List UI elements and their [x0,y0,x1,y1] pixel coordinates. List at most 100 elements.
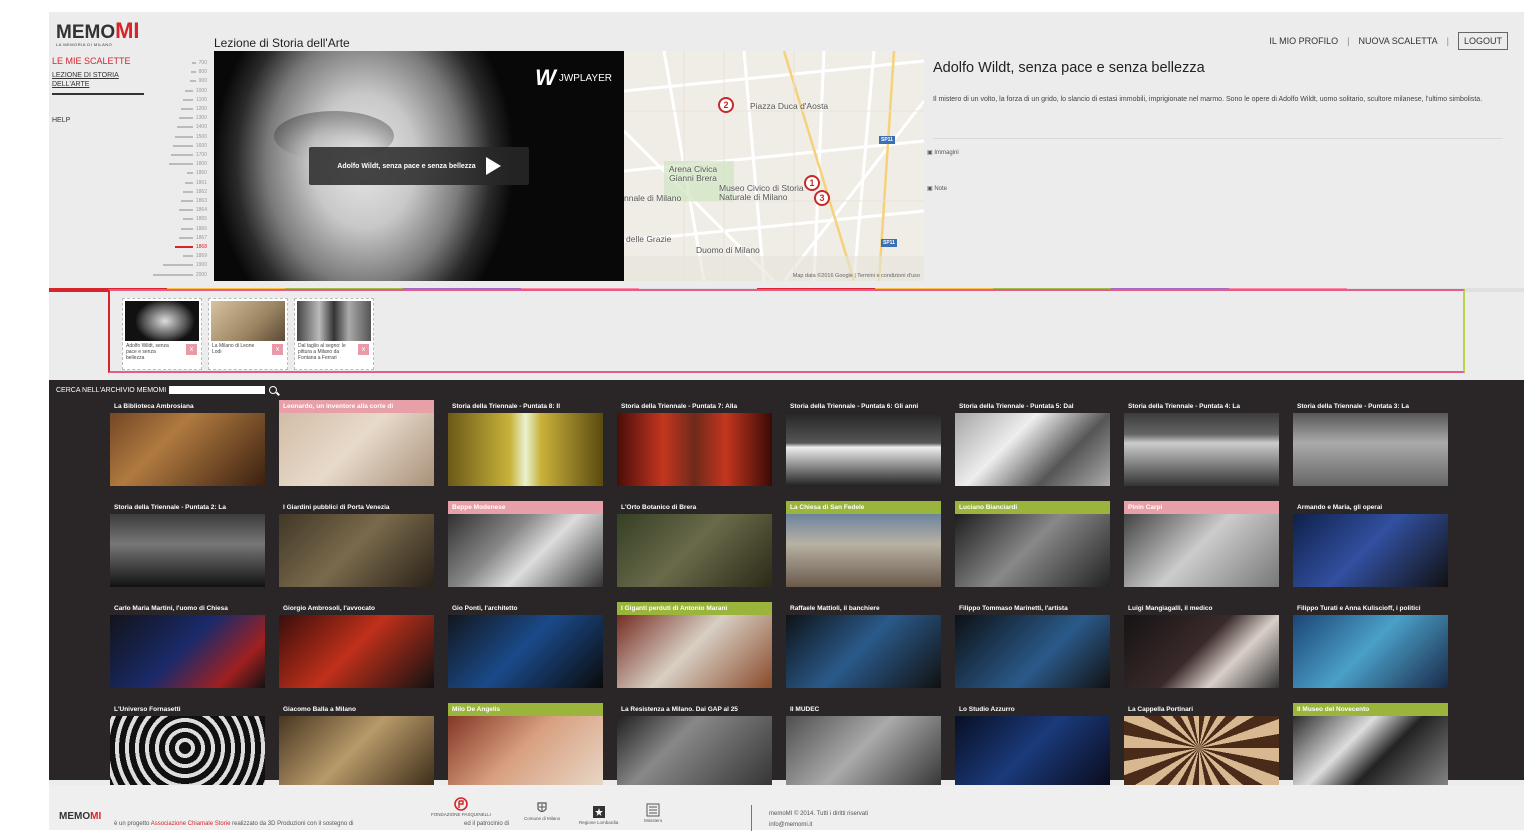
timeline-year[interactable]: 1900 [162,262,207,268]
archive-video-card[interactable]: La Resistenza a Milano. Dai GAP al 25 [617,703,772,789]
timeline-year[interactable]: 1866 [180,226,207,232]
map-pin-2[interactable]: 2 [718,97,734,113]
current-lesson-link[interactable]: LEZIONE DI STORIA DELL'ARTE [52,71,144,95]
timeline-year[interactable]: 1867 [178,235,207,241]
notes-toggle[interactable]: ▣ Note [927,185,947,192]
archive-video-card[interactable]: Luigi Mangiagalli, il medico [1124,602,1279,688]
map-label: Arena Civica Gianni Brera [668,164,718,183]
playlist-thumbnail [125,301,199,341]
playlist-caption: La Milano di Leone Lodi [212,343,255,355]
archive-video-card[interactable]: Armando e Maria, gli operai [1293,501,1448,587]
timeline-year[interactable]: 1864 [178,207,207,213]
archive-video-card[interactable]: L'Orto Botanico di Brera [617,501,772,587]
map-pin-3[interactable]: 3 [814,190,830,206]
map-pin-1[interactable]: 1 [804,175,820,191]
remove-icon[interactable]: x [358,344,369,355]
timeline-year[interactable]: 800 [190,69,207,75]
archive-video-card[interactable]: Storia della Triennale - Puntata 6: Gli … [786,400,941,486]
playlist-item[interactable]: La Milano di Leone Lodi x [208,298,288,370]
new-playlist-link[interactable]: NUOVA SCALETTA [1358,36,1437,46]
timeline-year[interactable]: 1000 [184,88,207,94]
archive-video-card[interactable]: Giacomo Balla a Milano [279,703,434,789]
archive-video-card[interactable]: Storia della Triennale - Puntata 8: Il [448,400,603,486]
search-icon[interactable] [269,386,278,394]
timeline-year[interactable]: 1500 [174,133,207,140]
archive-video-card[interactable]: La Biblioteca Ambrosiana [110,400,265,486]
archive-video-card[interactable]: Raffaele Mattioli, il banchiere [786,602,941,688]
year-timeline[interactable]: 700 800 900 1000 1100 1200 1300 1400 1500 1600 170… [147,56,213,282]
timeline-year[interactable]: 1861 [184,180,207,186]
sponsor-regione[interactable]: Regione Lombardia [579,805,618,825]
archive-video-card[interactable]: Filippo Tommaso Marinetti, l'artista [955,602,1110,688]
remove-icon[interactable]: x [186,344,197,355]
card-title: Storia della Triennale - Puntata 6: Gli … [786,400,941,413]
comune-crest-icon [537,802,547,813]
archive-video-card[interactable]: La Cappella Portinari [1124,703,1279,789]
archive-video-card[interactable]: La Chiesa di San Fedele [786,501,941,587]
remove-icon[interactable]: x [272,344,283,355]
playlist-item[interactable]: Dal taglio al segno: le pittura a Milano… [294,298,374,370]
archive-video-card[interactable]: Gio Ponti, l'architetto [448,602,603,688]
timeline-year[interactable]: 1860 [186,170,207,176]
archive-video-card[interactable]: Giorgio Ambrosoli, l'avvocato [279,602,434,688]
archive-video-card[interactable]: Storia della Triennale - Puntata 5: Dal [955,400,1110,486]
footer: MEMOMI è un progetto Associazione Chiama… [49,785,1524,831]
timeline-year[interactable]: 900 [189,78,207,84]
sponsor-ministero[interactable]: Ministero [644,803,662,823]
jwplayer-label: JWPLAYER [558,72,612,84]
timeline-year[interactable]: 1700 [170,152,207,158]
logout-button[interactable]: LOGOUT [1457,32,1508,50]
timeline-label: 1500 [195,133,207,140]
sponsor-pasquinelli[interactable]: FONDAZIONE PASQUINELLI [431,797,491,817]
archive-video-card[interactable]: Storia della Triennale - Puntata 7: Alla [617,400,772,486]
timeline-year[interactable]: 1863 [180,198,207,204]
association-link[interactable]: Associazione Chiamale Storie [151,821,231,827]
playlist-strip[interactable]: Adolfo Wildt, senza pace e senza bellezz… [108,289,1465,373]
archive-video-card[interactable]: Storia della Triennale - Puntata 3: La [1293,400,1448,486]
video-player[interactable]: W JWPLAYER Adolfo Wildt, senza pace e sen… [214,51,624,281]
timeline-year[interactable]: 1400 [176,124,207,130]
archive-video-card[interactable]: Pinin Carpi [1124,501,1279,587]
archive-video-card[interactable]: Storia della Triennale - Puntata 2: La [110,501,265,587]
archive-video-card[interactable]: I Giardini pubblici di Porta Venezia [279,501,434,587]
footer-logo[interactable]: MEMOMI [59,811,101,822]
my-playlists-link[interactable]: LE MIE SCALETTE [52,56,147,66]
archive-video-card[interactable]: Milo De Angelis [448,703,603,789]
map-terms-link[interactable]: Termini e condizioni d'uso [857,273,920,279]
images-toggle[interactable]: ▣ Immagini [927,149,959,156]
archive-video-card[interactable]: Filippo Turati e Anna Kuliscioff, i poli… [1293,602,1448,688]
timeline-year[interactable]: 1300 [178,115,207,121]
footer-text: ed il patrocinio di [464,821,510,827]
archive-video-card[interactable]: Leonardo, un inventore alla corte di [279,400,434,486]
timeline-year[interactable]: 1600 [172,143,207,149]
archive-video-card[interactable]: I Giganti perduti di Antonio Marani [617,602,772,688]
archive-video-card[interactable]: Il Museo del Novecento [1293,703,1448,789]
timeline-year[interactable]: 1868 [174,244,207,250]
card-title: Filippo Turati e Anna Kuliscioff, i poli… [1293,602,1448,615]
location-map[interactable]: Piazza Duca d'Aosta Arena Civica Gianni … [624,51,924,281]
play-button[interactable]: Adolfo Wildt, senza pace e senza bellezz… [309,147,529,185]
help-link[interactable]: HELP [52,117,147,124]
archive-video-card[interactable]: Storia della Triennale - Puntata 4: La [1124,400,1279,486]
timeline-year[interactable]: 1800 [168,161,207,167]
timeline-year[interactable]: 700 [191,60,207,66]
timeline-year[interactable]: 1862 [182,189,207,195]
divider [933,138,1503,139]
search-input[interactable] [169,386,266,394]
archive-video-card[interactable]: Carlo Maria Martini, l'uomo di Chiesa [110,602,265,688]
timeline-year[interactable]: 1200 [180,106,207,112]
timeline-year[interactable]: 1100 [183,97,207,103]
memomi-logo[interactable]: MEMOMI LA MEMORIA DI MILANO [56,18,140,47]
timeline-year[interactable]: 1865 [182,216,207,222]
timeline-year[interactable]: 1869 [182,253,207,259]
timeline-year[interactable]: 2000 [152,272,207,278]
archive-video-card[interactable]: Lo Studio Azzurro [955,703,1110,789]
archive-video-card[interactable]: Beppe Modenese [448,501,603,587]
archive-video-card[interactable]: Il MUDEC [786,703,941,789]
email-link[interactable]: info@memomi.it [769,820,868,831]
sponsor-comune[interactable]: Comune di Milano [524,801,560,821]
archive-video-card[interactable]: Luciano Bianciardi [955,501,1110,587]
playlist-item[interactable]: Adolfo Wildt, senza pace e senza bellezz… [122,298,202,370]
profile-link[interactable]: IL MIO PROFILO [1269,36,1338,46]
archive-video-card[interactable]: L'Universo Fornasetti [110,703,265,789]
